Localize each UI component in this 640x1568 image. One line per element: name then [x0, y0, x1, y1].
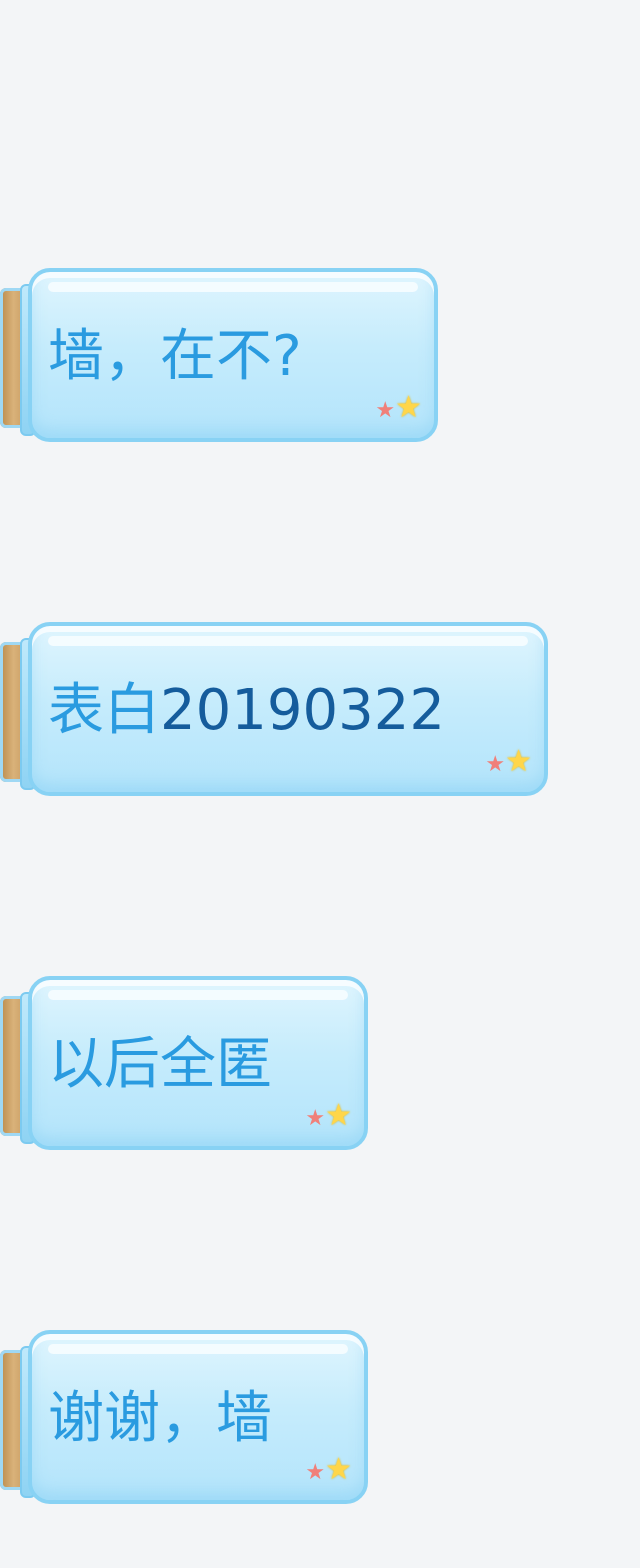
bottle-cork	[0, 638, 36, 790]
bottle-jar: 以后全匿 ★★	[28, 976, 368, 1150]
bottle-cork	[0, 284, 36, 436]
message-text: 谢谢，墙	[48, 1386, 272, 1451]
message-text: 墙，在不?	[48, 324, 302, 389]
stars-icon: ★★	[375, 390, 422, 425]
chat-thread: 墙，在不? ★★ 表白20190322 ★★ 以后全匿 ★★ 谢谢，墙 ★★	[0, 0, 640, 1568]
bottle-jar: 谢谢，墙 ★★	[28, 1330, 368, 1504]
bottle-jar: 墙，在不? ★★	[28, 268, 438, 442]
bottle-jar: 表白20190322 ★★	[28, 622, 548, 796]
stars-icon: ★★	[305, 1098, 352, 1133]
message-text-part: 表白	[48, 678, 160, 743]
stars-icon: ★★	[485, 744, 532, 779]
stars-icon: ★★	[305, 1452, 352, 1487]
message-text: 表白20190322	[48, 676, 445, 746]
message-text: 以后全匿	[48, 1032, 272, 1097]
message-number: 20190322	[160, 678, 446, 743]
bottle-cork	[0, 1346, 36, 1498]
bottle-cork	[0, 992, 36, 1144]
